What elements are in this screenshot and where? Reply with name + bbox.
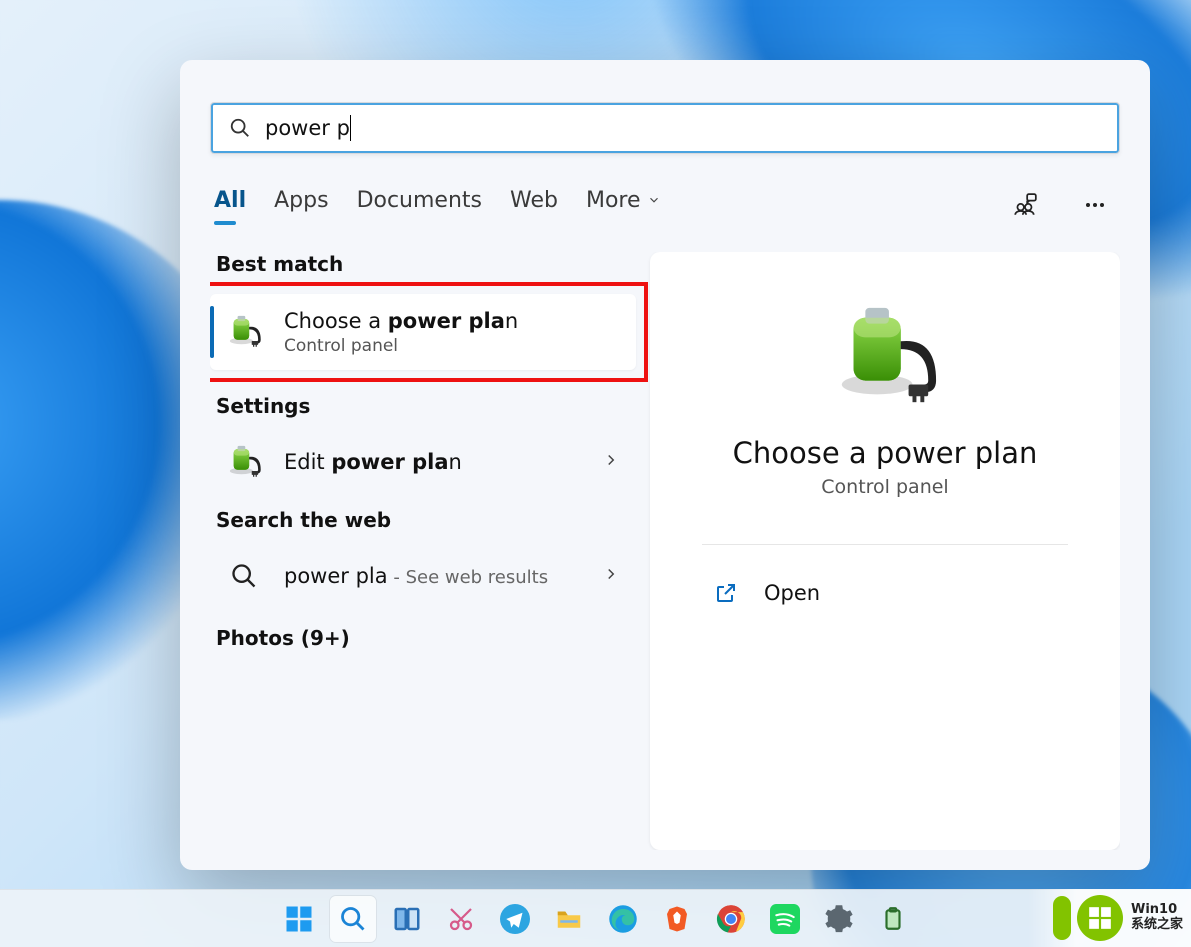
taskbar-app-chrome[interactable] (708, 896, 754, 942)
preview-subtitle: Control panel (674, 476, 1096, 498)
watermark-badge: Win10 系统之家 (1027, 889, 1191, 947)
section-search-web: Search the web (210, 508, 636, 544)
result-text: Choose a power plan Control panel (284, 308, 518, 356)
spotify-icon (770, 904, 800, 934)
web-query: power pla (284, 564, 388, 588)
watermark-line2: 系统之家 (1131, 918, 1183, 933)
open-external-icon (714, 581, 738, 605)
chevron-down-icon (647, 193, 661, 207)
watermark-text: Win10 系统之家 (1131, 903, 1183, 933)
taskbar-app-battery[interactable] (870, 896, 916, 942)
watermark-line1: Win10 (1131, 903, 1183, 918)
tab-documents[interactable]: Documents (357, 188, 482, 223)
result-edit-power-plan[interactable]: Edit power plan (210, 430, 636, 494)
tab-web[interactable]: Web (510, 188, 558, 223)
taskbar-app-spotify[interactable] (762, 896, 808, 942)
power-plan-icon (226, 444, 262, 480)
preview-title: Choose a power plan (674, 436, 1096, 470)
battery-icon (880, 906, 906, 932)
preview-panel: Choose a power plan Control panel Open (650, 252, 1120, 850)
results-column: Best match Choose a power plan Control p… (210, 252, 636, 850)
chevron-right-icon (602, 451, 620, 473)
snip-icon (446, 904, 476, 934)
folder-icon (554, 904, 584, 934)
result-text: Edit power plan (284, 449, 462, 475)
taskbar-app-telegram[interactable] (492, 896, 538, 942)
open-label: Open (764, 581, 820, 605)
web-hint: - See web results (388, 567, 548, 588)
tab-more-label: More (586, 188, 641, 213)
taskbar-task-view[interactable] (384, 896, 430, 942)
chrome-icon (716, 904, 746, 934)
edge-icon (608, 904, 638, 934)
power-plan-icon (830, 302, 940, 412)
result-title-prefix: Edit (284, 450, 331, 474)
tab-all[interactable]: All (214, 188, 246, 223)
ellipsis-icon (1083, 193, 1107, 217)
result-title-bold: power pla (331, 450, 448, 474)
feedback-button[interactable] (1004, 184, 1046, 226)
taskbar-app-settings[interactable] (816, 896, 862, 942)
gear-icon (824, 904, 854, 934)
taskbar-app-brave[interactable] (654, 896, 700, 942)
telegram-icon (500, 904, 530, 934)
windows-start-icon (284, 904, 314, 934)
section-best-match: Best match (210, 252, 636, 288)
taskbar-app-edge[interactable] (600, 896, 646, 942)
search-box[interactable] (210, 102, 1120, 154)
open-button[interactable]: Open (674, 571, 1096, 615)
result-title-bold: power pla (388, 309, 505, 333)
more-options-button[interactable] (1074, 184, 1116, 226)
divider (702, 544, 1068, 545)
section-photos[interactable]: Photos (9+) (210, 626, 636, 662)
search-icon (339, 905, 367, 933)
filter-tabs: All Apps Documents Web More (210, 184, 1120, 226)
search-flyout: All Apps Documents Web More Best match (180, 60, 1150, 870)
taskbar-search[interactable] (330, 896, 376, 942)
tab-apps[interactable]: Apps (274, 188, 328, 223)
taskbar-file-explorer[interactable] (546, 896, 592, 942)
taskbar-start[interactable] (276, 896, 322, 942)
result-title-prefix: Choose a (284, 309, 388, 333)
taskbar-app-snip[interactable] (438, 896, 484, 942)
text-caret (350, 115, 351, 141)
taskbar (0, 889, 1191, 947)
chevron-right-icon (602, 565, 620, 587)
watermark-logo (1077, 895, 1123, 941)
people-feedback-icon (1012, 192, 1038, 218)
brave-icon (662, 904, 692, 934)
search-input[interactable] (265, 116, 350, 140)
result-title-suffix: n (449, 450, 462, 474)
search-icon (229, 117, 251, 139)
power-plan-icon (226, 314, 262, 350)
section-settings: Settings (210, 394, 636, 430)
result-title-suffix: n (505, 309, 518, 333)
result-text: power pla - See web results (284, 563, 548, 590)
result-subtitle: Control panel (284, 336, 518, 356)
result-web-search[interactable]: power pla - See web results (210, 544, 636, 608)
task-view-icon (392, 904, 422, 934)
search-icon (226, 558, 262, 594)
tab-more[interactable]: More (586, 188, 661, 223)
result-choose-power-plan[interactable]: Choose a power plan Control panel (210, 294, 636, 370)
